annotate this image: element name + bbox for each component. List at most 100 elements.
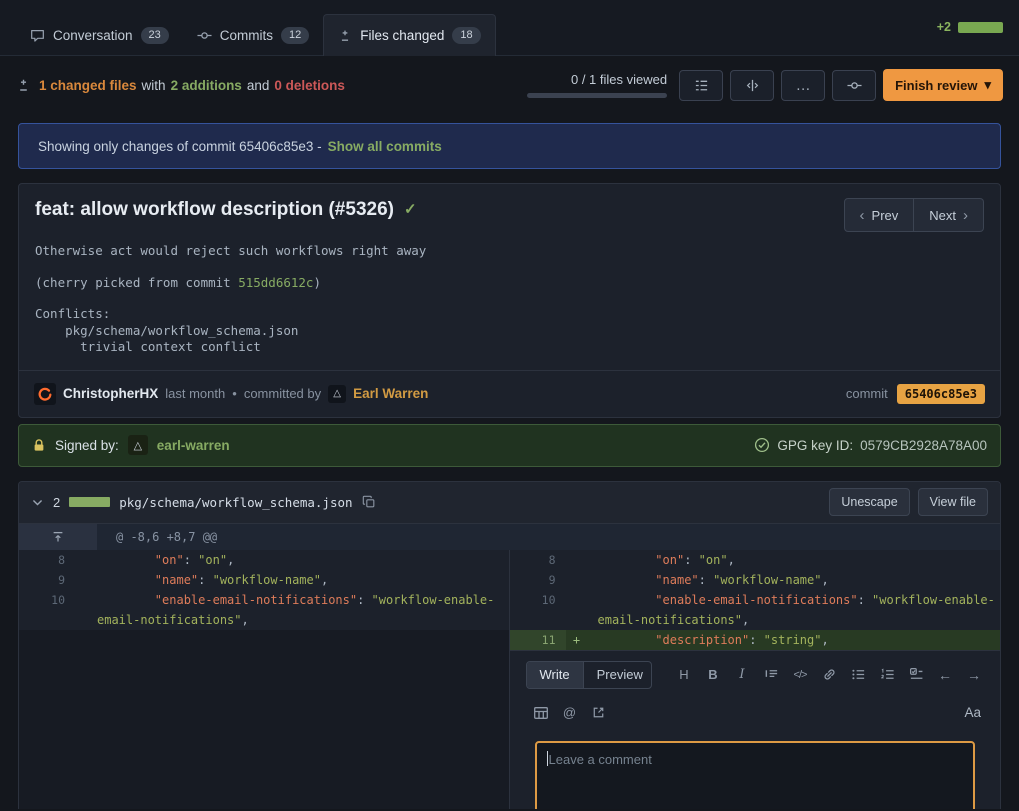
commit-sha-group: commit 65406c85e3 [846, 384, 985, 404]
file-name-link[interactable]: pkg/schema/workflow_schema.json [119, 495, 352, 510]
tab-files-changed[interactable]: Files changed 18 [323, 14, 495, 56]
arrow-right-icon[interactable]: → [964, 664, 984, 686]
italic-icon[interactable]: I [732, 664, 752, 686]
commit-filter-notice: Showing only changes of commit 65406c85e… [18, 123, 1001, 169]
split-view-toggle-button[interactable] [730, 70, 774, 101]
view-file-button[interactable]: View file [918, 488, 988, 516]
commit-title: feat: allow workflow description (#5326)… [35, 197, 984, 223]
cherry-pick-prefix: (cherry picked from commit [35, 275, 238, 290]
diff-toolbar-controls: 0 / 1 files viewed … [527, 69, 1003, 101]
task-list-icon[interactable] [906, 664, 926, 686]
code-text: "enable-email-notifications": "workflow-… [97, 590, 509, 630]
conflicts-block: Conflicts: pkg/schema/workflow_schema.js… [35, 306, 984, 356]
comment-input[interactable] [535, 741, 976, 809]
line-number[interactable]: 8 [19, 550, 75, 570]
table-icon[interactable] [531, 702, 551, 724]
unescape-label: Unescape [841, 495, 897, 509]
code-text: "on": "on", [97, 550, 509, 570]
split-view-icon [745, 78, 760, 93]
reference-icon[interactable] [589, 702, 609, 724]
prev-commit-button[interactable]: ‹ Prev [844, 198, 915, 232]
tab-write[interactable]: Write [527, 662, 583, 688]
view-file-label: View file [930, 495, 976, 509]
diff-stat-bar [958, 22, 1003, 33]
lock-icon [32, 438, 46, 453]
mention-icon[interactable]: @ [560, 702, 580, 724]
file-tree-icon [694, 78, 709, 93]
diff-line-added: 11+ "description": "string", [510, 630, 1001, 650]
conversation-count-badge: 23 [141, 27, 169, 44]
expand-hunk-button[interactable] [19, 524, 97, 550]
commit-sha-badge[interactable]: 65406c85e3 [897, 384, 985, 404]
diff-line: 10 "enable-email-notifications": "workfl… [19, 590, 509, 630]
more-options-button[interactable]: … [781, 70, 825, 101]
cherry-pick-hash-link[interactable]: 515dd6612c [238, 275, 313, 290]
diff-summary: 1 changed files with 2 additions and 0 d… [16, 78, 345, 93]
git-commit-icon [197, 28, 212, 43]
unescape-button[interactable]: Unescape [829, 488, 909, 516]
diff-line: 9 "name": "workflow-name", [510, 570, 1001, 590]
line-number[interactable]: 8 [510, 550, 566, 570]
copy-icon[interactable] [362, 495, 376, 509]
committed-by-label: committed by [244, 386, 321, 401]
signer-avatar[interactable]: △ [128, 435, 148, 455]
old-code-lines: 8 "on": "on",9 "name": "workflow-name",1… [19, 550, 509, 630]
file-tree-toggle-button[interactable] [679, 70, 723, 101]
inline-comment-form: Write Preview H B I </> [510, 650, 1001, 809]
gpg-key-label: GPG key ID: [777, 438, 853, 453]
finish-review-button[interactable]: Finish review ▾ [883, 69, 1003, 101]
link-icon[interactable] [819, 664, 839, 686]
numbered-list-icon[interactable] [877, 664, 897, 686]
line-number[interactable]: 11 [510, 630, 566, 650]
line-number[interactable]: 10 [19, 590, 75, 610]
line-number[interactable]: 9 [510, 570, 566, 590]
commit-select-button[interactable] [832, 70, 876, 101]
show-all-commits-link[interactable]: Show all commits [328, 139, 442, 154]
deletions-count: 0 deletions [274, 78, 345, 93]
new-code-lines: 8 "on": "on",9 "name": "workflow-name",1… [510, 550, 1001, 650]
committer-avatar[interactable]: △ [328, 385, 346, 403]
summary-with-text: with [142, 78, 166, 93]
comment-form-toolbar: Write Preview H B I </> [526, 661, 985, 689]
commit-header: feat: allow workflow description (#5326)… [19, 184, 1000, 229]
signer-name-link[interactable]: earl-warren [157, 438, 230, 453]
bold-icon[interactable]: B [703, 664, 723, 686]
text-caret [547, 751, 548, 766]
commit-title-text: feat: allow workflow description (#5326) [35, 197, 394, 223]
diff-toolbar: 1 changed files with 2 additions and 0 d… [0, 56, 1019, 114]
speech-bubble-icon [30, 28, 45, 43]
file-diff-stat-bar [69, 497, 110, 507]
tab-conversation[interactable]: Conversation 23 [16, 15, 183, 55]
author-avatar[interactable] [34, 383, 56, 405]
committer-name-link[interactable]: Earl Warren [353, 386, 428, 401]
tab-preview[interactable]: Preview [583, 662, 652, 688]
heading-icon[interactable]: H [674, 664, 694, 686]
triangle-avatar-glyph: △ [333, 388, 341, 399]
collapse-file-chevron-icon[interactable] [31, 496, 44, 509]
caret-down-icon: ▾ [984, 77, 991, 93]
format-buttons: H B I </> [674, 664, 984, 686]
quote-icon[interactable] [761, 664, 781, 686]
tab-commits[interactable]: Commits 12 [183, 15, 324, 55]
bullet-list-icon[interactable] [848, 664, 868, 686]
fold-up-icon [51, 530, 65, 544]
commit-label: commit [846, 386, 888, 401]
line-number[interactable]: 10 [510, 590, 566, 610]
arrow-left-icon[interactable]: ← [935, 664, 955, 686]
file-actions: Unescape View file [829, 488, 988, 516]
code-icon[interactable]: </> [790, 664, 810, 686]
font-size-toggle[interactable]: Aa [964, 705, 981, 720]
line-number[interactable]: 9 [19, 570, 75, 590]
prev-label: Prev [872, 208, 899, 223]
diff-stat-additions: +2 [937, 20, 951, 34]
commit-message-panel: feat: allow workflow description (#5326)… [18, 183, 1001, 418]
author-name-link[interactable]: ChristopherHX [63, 386, 158, 401]
diff-summary-icon [16, 78, 31, 93]
diff-file-header: 2 pkg/schema/workflow_schema.json Unesca… [19, 482, 1000, 524]
code-text: "enable-email-notifications": "workflow-… [588, 590, 1001, 630]
commit-time: last month [165, 386, 225, 401]
next-commit-button[interactable]: Next › [914, 198, 984, 232]
hunk-header-text: @ -8,6 +8,7 @@ [97, 524, 1000, 550]
pr-tab-bar: Conversation 23 Commits 12 Files changed… [0, 0, 1019, 56]
changed-files-count: 1 changed files [39, 78, 137, 93]
